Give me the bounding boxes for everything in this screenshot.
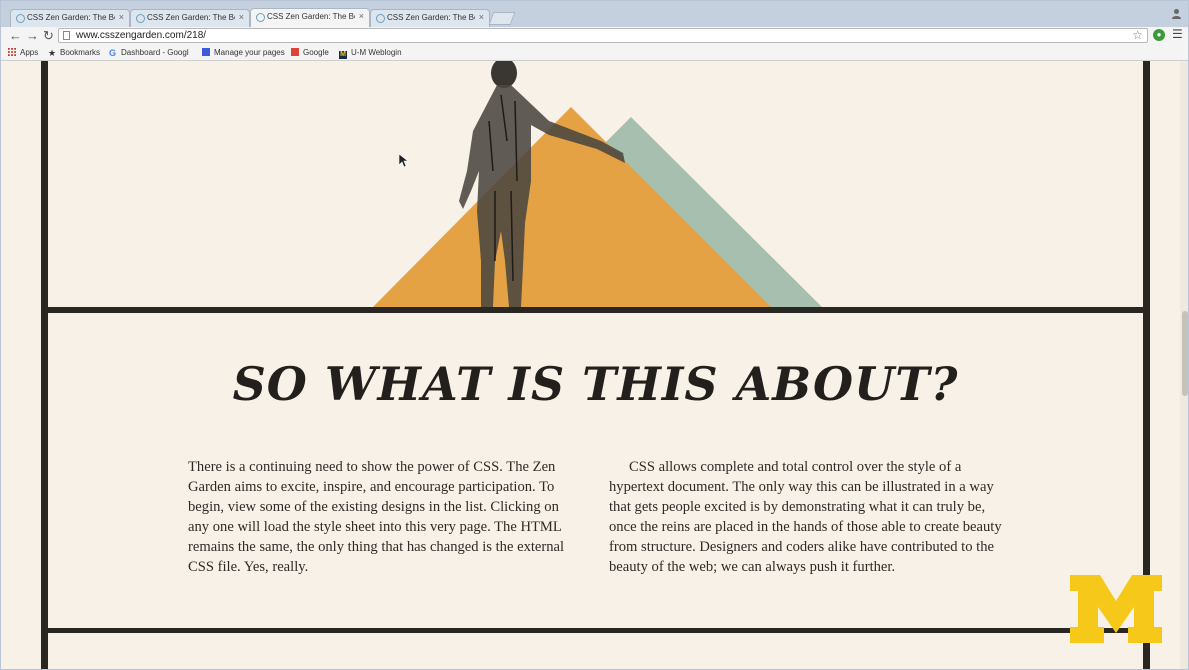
page-viewport: SO WHAT IS THIS ABOUT? There is a contin…	[1, 61, 1188, 669]
bookmark-star-icon: ★	[48, 48, 57, 58]
tab-4[interactable]: CSS Zen Garden: The Beau ×	[370, 9, 490, 27]
close-icon[interactable]: ×	[479, 12, 484, 22]
favicon-icon	[376, 14, 385, 23]
intro-paragraph-1: There is a continuing need to show the p…	[188, 459, 565, 575]
tab-1[interactable]: CSS Zen Garden: The Beau ×	[10, 9, 130, 27]
page-icon	[202, 48, 210, 56]
star-icon[interactable]: ☆	[1132, 28, 1143, 42]
browser-window: CSS Zen Garden: The Beau × CSS Zen Garde…	[0, 0, 1189, 670]
tab-title: CSS Zen Garden: The Beau	[147, 13, 235, 22]
bookmark-um-weblogin[interactable]: M U-M Weblogin	[339, 48, 402, 59]
bookmark-label: Google	[303, 48, 329, 57]
back-icon[interactable]: ←	[9, 28, 22, 44]
bookmark-google[interactable]: Google	[291, 48, 329, 57]
google-icon	[291, 48, 299, 56]
bottom-divider-rule	[47, 628, 1145, 633]
section-heading: SO WHAT IS THIS ABOUT?	[232, 357, 959, 411]
bookmark-label: Dashboard - Googl	[121, 48, 189, 57]
tab-2[interactable]: CSS Zen Garden: The Beau ×	[130, 9, 250, 27]
browser-toolbar: ← → ↻ www.csszengarden.com/218/ ☆ ● ☰	[1, 27, 1188, 45]
bookmark-label: Apps	[20, 48, 39, 57]
scroll-thumb[interactable]	[1182, 311, 1188, 396]
bookmark-dashboard[interactable]: G Dashboard - Googl	[109, 48, 189, 58]
top-divider-rule	[47, 307, 1145, 313]
tab-title: CSS Zen Garden: The Beau	[387, 13, 475, 22]
bookmarks-bar: Apps ★ Bookmarks G Dashboard - Googl Manag…	[1, 45, 1188, 61]
scrollbar[interactable]	[1180, 61, 1188, 669]
bookmark-label: Manage your pages	[214, 48, 285, 57]
favicon-icon	[16, 14, 25, 23]
page-icon	[63, 31, 70, 40]
close-icon[interactable]: ×	[239, 12, 244, 22]
close-icon[interactable]: ×	[119, 12, 124, 22]
google-icon: G	[109, 48, 117, 58]
tab-strip: CSS Zen Garden: The Beau × CSS Zen Garde…	[1, 1, 1188, 27]
url-text: www.csszengarden.com/218/	[76, 30, 207, 41]
favicon-icon	[256, 13, 265, 22]
bookmark-apps[interactable]: Apps	[8, 48, 38, 57]
block-m-icon	[1070, 575, 1162, 643]
cursor-icon	[399, 154, 409, 168]
profile-icon[interactable]	[1171, 8, 1182, 20]
address-bar[interactable]: www.csszengarden.com/218/ ☆	[58, 28, 1148, 43]
bookmark-manage-pages[interactable]: Manage your pages	[202, 48, 285, 57]
tab-title: CSS Zen Garden: The Beau	[267, 12, 355, 21]
apps-icon	[8, 48, 16, 56]
tab-3-active[interactable]: CSS Zen Garden: The Beau ×	[250, 8, 370, 27]
close-icon[interactable]: ×	[359, 11, 364, 21]
forward-icon[interactable]: →	[26, 28, 39, 44]
bookmark-label: U-M Weblogin	[351, 48, 402, 57]
block-m-icon: M	[339, 51, 347, 59]
tab-title: CSS Zen Garden: The Beau	[27, 13, 115, 22]
bookmark-label: Bookmarks	[60, 48, 101, 57]
intro-paragraph-2: CSS allows complete and total control ov…	[609, 459, 1002, 575]
favicon-icon	[136, 14, 145, 23]
menu-icon[interactable]: ☰	[1172, 27, 1183, 41]
extension-icon[interactable]: ●	[1153, 29, 1165, 41]
header-illustration	[371, 61, 824, 309]
bookmark-bookmarks[interactable]: ★ Bookmarks	[48, 48, 101, 58]
reload-icon[interactable]: ↻	[43, 28, 54, 44]
new-tab-button[interactable]	[488, 12, 516, 25]
